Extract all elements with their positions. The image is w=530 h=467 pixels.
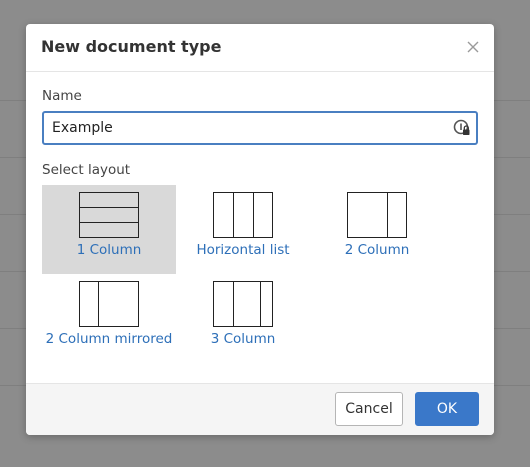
layout-option-1-column[interactable]: 1 Column xyxy=(42,185,176,274)
dialog-title: New document type xyxy=(41,37,222,56)
two-column-layout-icon xyxy=(347,192,407,238)
layout-option-label: 2 Column xyxy=(344,242,410,258)
cancel-button[interactable]: Cancel xyxy=(335,392,403,426)
dialog-header: New document type xyxy=(26,24,494,72)
layout-option-label: 1 Column xyxy=(76,242,142,258)
layout-option-horizontal-list[interactable]: Horizontal list xyxy=(176,185,310,274)
horizontal-list-layout-icon xyxy=(213,192,273,238)
password-manager-icon[interactable] xyxy=(453,119,471,137)
layout-option-label: 2 Column mirrored xyxy=(45,331,173,347)
one-column-layout-icon xyxy=(79,192,139,238)
ok-button[interactable]: OK xyxy=(415,392,479,426)
select-layout-label: Select layout xyxy=(42,162,131,178)
layout-option-2-column-mirrored[interactable]: 2 Column mirrored xyxy=(42,274,176,363)
dialog-footer: Cancel OK xyxy=(26,383,494,435)
three-column-layout-icon xyxy=(213,281,273,327)
layout-option-2-column[interactable]: 2 Column xyxy=(310,185,444,274)
name-label: Name xyxy=(42,88,82,104)
layout-option-label: 3 Column xyxy=(210,331,276,347)
name-input[interactable] xyxy=(42,111,478,145)
layout-option-3-column[interactable]: 3 Column xyxy=(176,274,310,363)
layout-option-label: Horizontal list xyxy=(196,242,290,258)
new-document-type-dialog: New document type Name Select layout 1 C… xyxy=(26,24,494,435)
two-column-mirrored-layout-icon xyxy=(79,281,139,327)
close-icon[interactable] xyxy=(464,38,482,56)
